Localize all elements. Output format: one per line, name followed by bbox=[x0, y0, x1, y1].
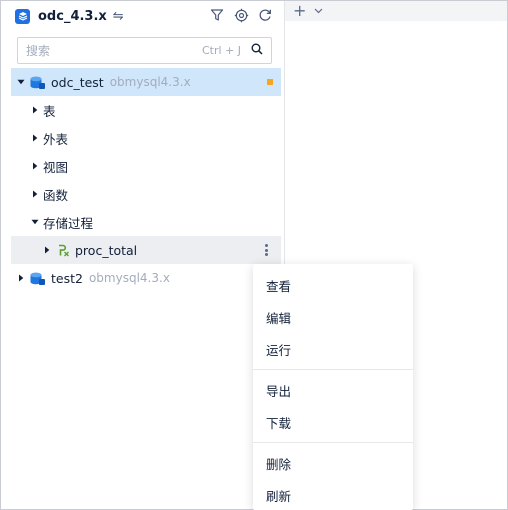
tree-node-label: 视图 bbox=[43, 159, 69, 175]
procedure-name: proc_total bbox=[75, 242, 138, 258]
caret-right-icon[interactable] bbox=[41, 244, 53, 256]
database-name: test2 bbox=[51, 270, 83, 286]
menu-item-download[interactable]: 下载 bbox=[253, 406, 413, 438]
tree-node-label: 外表 bbox=[43, 131, 69, 147]
caret-right-icon[interactable] bbox=[15, 272, 27, 284]
switch-datasource-icon[interactable]: ⇋ bbox=[113, 9, 124, 24]
caret-right-icon[interactable] bbox=[29, 104, 41, 116]
search-shortcut-hint: Ctrl + J bbox=[201, 44, 241, 57]
context-menu: 查看 编辑 运行 导出 下载 删除 刷新 bbox=[253, 264, 413, 510]
database-version: obmysql4.3.x bbox=[88, 271, 170, 285]
datasource-icon bbox=[15, 8, 30, 24]
object-tree: odc_test obmysql4.3.x 表 外表 视图 函数 存储过程 pr… bbox=[11, 68, 281, 292]
database-version: obmysql4.3.x bbox=[109, 75, 191, 89]
caret-right-icon[interactable] bbox=[29, 188, 41, 200]
menu-item-view[interactable]: 查看 bbox=[253, 269, 413, 301]
header-tools bbox=[209, 7, 273, 23]
tree-node-label: 表 bbox=[43, 103, 56, 119]
procedure-icon bbox=[57, 244, 70, 257]
tree-node-external-tables[interactable]: 外表 bbox=[11, 124, 281, 152]
menu-divider bbox=[253, 442, 413, 443]
search-box: Ctrl + J bbox=[17, 37, 272, 64]
editor-tab-bar: + bbox=[285, 1, 507, 21]
tree-node-tables[interactable]: 表 bbox=[11, 96, 281, 124]
tree-node-views[interactable]: 视图 bbox=[11, 152, 281, 180]
connection-status-indicator bbox=[267, 79, 273, 85]
refresh-icon[interactable] bbox=[257, 7, 273, 23]
caret-down-icon[interactable] bbox=[15, 76, 27, 88]
menu-item-export[interactable]: 导出 bbox=[253, 374, 413, 406]
locate-icon[interactable] bbox=[233, 7, 249, 23]
menu-divider bbox=[253, 369, 413, 370]
tree-node-functions[interactable]: 函数 bbox=[11, 180, 281, 208]
tree-node-procedure[interactable]: proc_total bbox=[11, 236, 281, 264]
tree-node-database[interactable]: odc_test obmysql4.3.x bbox=[11, 68, 281, 96]
menu-item-run[interactable]: 运行 bbox=[253, 333, 413, 365]
caret-right-icon[interactable] bbox=[29, 160, 41, 172]
database-icon bbox=[30, 272, 45, 285]
add-tab-icon[interactable]: + bbox=[293, 3, 306, 19]
caret-right-icon[interactable] bbox=[29, 132, 41, 144]
database-name: odc_test bbox=[51, 74, 104, 90]
datasource-title[interactable]: odc_4.3.x bbox=[38, 9, 107, 24]
database-icon bbox=[30, 76, 45, 89]
chevron-down-icon[interactable] bbox=[314, 8, 323, 14]
search-icon[interactable] bbox=[251, 43, 263, 59]
filter-icon[interactable] bbox=[209, 7, 225, 23]
panel-header: odc_4.3.x ⇋ bbox=[1, 1, 285, 31]
menu-item-refresh[interactable]: 刷新 bbox=[253, 479, 413, 510]
search-input[interactable] bbox=[26, 43, 202, 58]
tree-node-label: 函数 bbox=[43, 187, 69, 203]
tree-node-label: 存储过程 bbox=[43, 215, 94, 231]
caret-down-icon[interactable] bbox=[29, 216, 41, 228]
menu-item-edit[interactable]: 编辑 bbox=[253, 301, 413, 333]
more-actions-icon[interactable] bbox=[263, 242, 269, 258]
tree-node-procedures[interactable]: 存储过程 bbox=[11, 208, 281, 236]
object-tree-panel: odc_4.3.x ⇋ 搜索 Ctrl + J odc_test obmysql… bbox=[1, 1, 285, 509]
menu-item-delete[interactable]: 删除 bbox=[253, 447, 413, 479]
tree-node-database[interactable]: test2 obmysql4.3.x bbox=[11, 264, 281, 292]
